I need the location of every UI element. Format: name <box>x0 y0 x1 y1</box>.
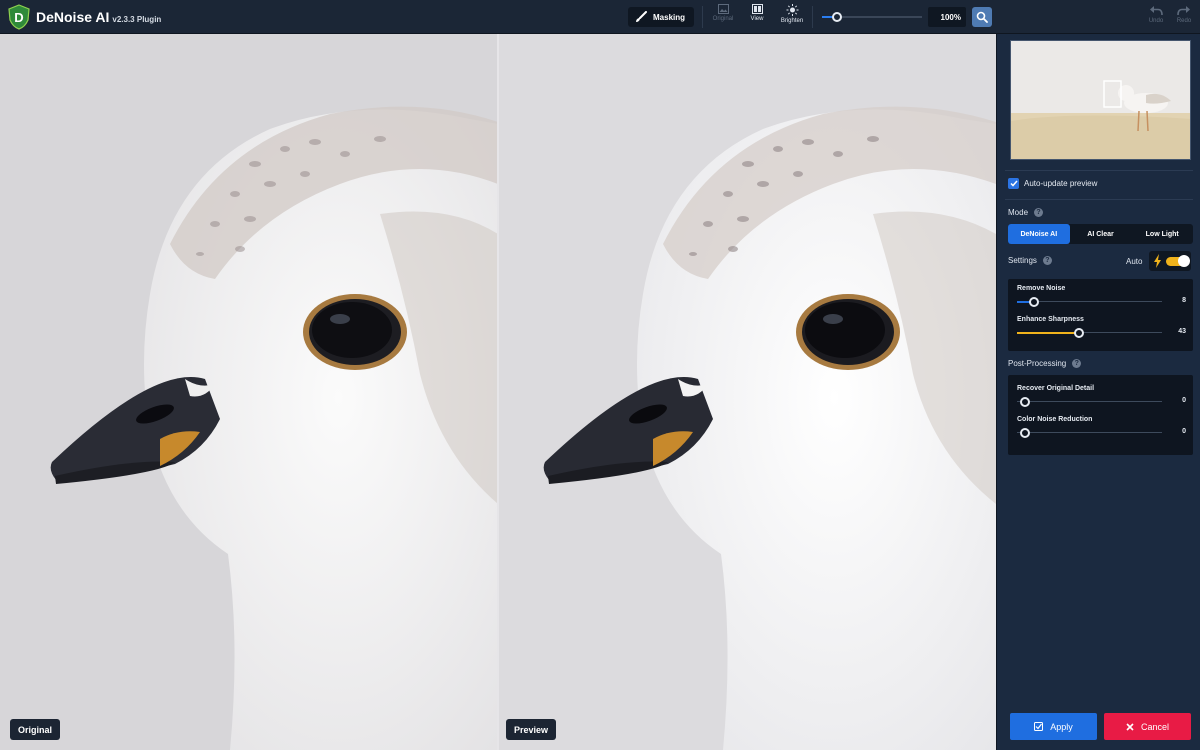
masking-button[interactable]: Masking <box>628 7 694 27</box>
slider-handle[interactable] <box>1074 328 1085 338</box>
remove-noise-value[interactable]: 8 <box>1172 297 1186 304</box>
post-processing-sliders: Recover Original Detail 0 Color Noise Re… <box>1008 375 1193 455</box>
undo-label: Undo <box>1148 18 1164 24</box>
image-canvas[interactable]: Original Preview <box>0 34 996 750</box>
redo-button[interactable]: Redo <box>1172 5 1196 31</box>
help-icon[interactable]: ? <box>1034 208 1044 217</box>
slider-handle[interactable] <box>1029 297 1040 307</box>
apply-button[interactable]: Apply <box>1010 713 1097 740</box>
cancel-button[interactable]: Cancel <box>1104 713 1191 740</box>
auto-label: Auto <box>1126 257 1143 266</box>
post-processing-heading: Post-Processing ? <box>1008 359 1082 368</box>
split-view-icon <box>751 4 763 14</box>
original-view-button[interactable]: Original <box>706 4 740 30</box>
checkmark-icon <box>1009 180 1018 187</box>
denoise-logo-icon: D <box>8 4 30 30</box>
top-toolbar: D DeNoise AI v2.3.3 Plugin Masking Origin… <box>0 0 1200 34</box>
toolbar-divider <box>812 6 813 28</box>
redo-label: Redo <box>1176 18 1192 24</box>
auto-update-label: Auto-update preview <box>1024 179 1098 188</box>
slider-track[interactable] <box>1017 432 1162 433</box>
bird-photo-original <box>50 106 498 750</box>
settings-heading: Settings ? <box>1008 256 1052 265</box>
slider-handle[interactable] <box>1020 397 1030 407</box>
color-noise-reduction-label: Color Noise Reduction <box>1017 416 1093 423</box>
enhance-sharpness-value[interactable]: 43 <box>1172 328 1186 335</box>
undo-button[interactable]: Undo <box>1144 5 1168 31</box>
mode-ai-clear-button[interactable]: AI Clear <box>1070 224 1132 244</box>
recover-original-detail-value[interactable]: 0 <box>1172 397 1186 404</box>
remove-noise-slider[interactable]: Remove Noise 8 <box>1017 285 1186 311</box>
remove-noise-label: Remove Noise <box>1017 285 1066 292</box>
lightning-icon <box>1154 254 1161 268</box>
mode-label: Mode <box>1008 208 1029 217</box>
panel-divider <box>1005 199 1193 200</box>
brush-icon <box>636 11 647 22</box>
apply-label: Apply <box>1050 721 1073 732</box>
mode-denoise-ai-button[interactable]: DeNoise AI <box>1008 224 1070 244</box>
image-icon <box>717 4 729 14</box>
zoom-slider-handle[interactable] <box>832 12 842 22</box>
help-icon[interactable]: ? <box>1042 256 1052 265</box>
recover-original-detail-label: Recover Original Detail <box>1017 385 1095 392</box>
view-tool-label: View <box>750 16 764 22</box>
original-label: Original <box>10 719 61 740</box>
original-tool-label: Original <box>712 16 734 22</box>
undo-icon <box>1150 6 1163 16</box>
bird-photo-preview <box>543 106 996 750</box>
mode-low-light-button[interactable]: Low Light <box>1131 224 1193 244</box>
post-processing-label: Post-Processing <box>1008 359 1067 368</box>
navigator-thumbnail[interactable] <box>1010 40 1191 160</box>
preview-label: Preview <box>506 719 557 740</box>
zoom-button[interactable] <box>972 7 992 27</box>
redo-icon <box>1177 6 1190 16</box>
sun-icon <box>786 4 798 16</box>
masking-label: Masking <box>653 12 686 22</box>
close-icon <box>1126 722 1134 731</box>
slider-track[interactable] <box>1017 401 1162 402</box>
navigator-image <box>1011 41 1190 159</box>
enhance-sharpness-slider[interactable]: Enhance Sharpness 43 <box>1017 316 1186 342</box>
brighten-button[interactable]: Brighten <box>775 4 809 30</box>
slider-fill <box>1017 331 1080 334</box>
auto-update-checkbox[interactable] <box>1008 178 1019 189</box>
svg-text:D: D <box>14 10 23 25</box>
magnifier-icon <box>976 11 988 23</box>
brighten-tool-label: Brighten <box>780 18 804 24</box>
auto-update-preview-option[interactable]: Auto-update preview <box>1008 178 1097 189</box>
cancel-label: Cancel <box>1140 721 1169 732</box>
auto-settings-toggle[interactable] <box>1149 251 1191 271</box>
view-mode-button[interactable]: View <box>740 4 774 30</box>
original-pane[interactable]: Original <box>0 34 498 750</box>
app-title: DeNoise AI v2.3.3 Plugin <box>36 9 161 25</box>
mode-selector: DeNoise AI AI Clear Low Light <box>1008 224 1193 244</box>
enhance-sharpness-label: Enhance Sharpness <box>1017 316 1084 323</box>
preview-pane[interactable]: Preview <box>498 34 996 750</box>
zoom-level-field[interactable]: 100% <box>928 7 966 27</box>
settings-panel: Auto-update preview Mode ? DeNoise AI AI… <box>996 34 1200 750</box>
slider-handle[interactable] <box>1020 428 1030 438</box>
mode-heading: Mode ? <box>1008 208 1044 217</box>
color-noise-reduction-value[interactable]: 0 <box>1172 428 1186 435</box>
color-noise-reduction-slider[interactable]: Color Noise Reduction 0 <box>1017 416 1186 442</box>
recover-original-detail-slider[interactable]: Recover Original Detail 0 <box>1017 385 1186 411</box>
settings-sliders: Remove Noise 8 Enhance Sharpness 43 <box>1008 279 1193 351</box>
app-version: v2.3.3 Plugin <box>112 15 162 24</box>
toggle-knob <box>1178 255 1190 267</box>
split-divider[interactable] <box>497 34 499 750</box>
settings-label: Settings <box>1008 256 1037 265</box>
toolbar-divider <box>702 6 703 28</box>
panel-divider <box>1005 170 1193 171</box>
app-name: DeNoise AI <box>36 9 110 25</box>
help-icon[interactable]: ? <box>1072 359 1082 368</box>
apply-icon <box>1034 722 1044 731</box>
